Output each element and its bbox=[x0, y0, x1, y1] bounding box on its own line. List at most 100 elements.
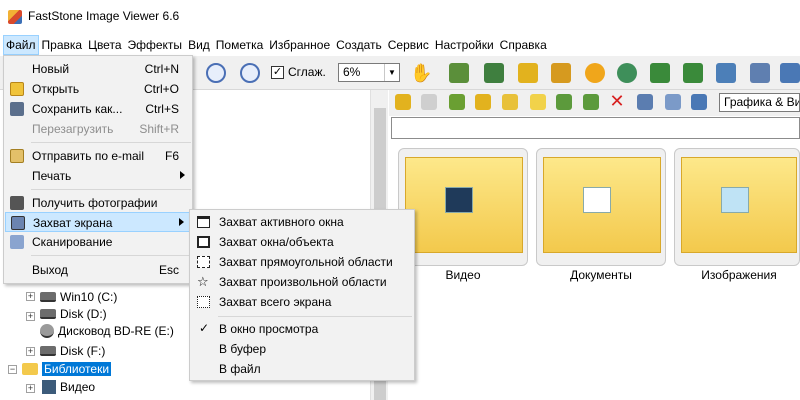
slideshow-icon[interactable] bbox=[449, 63, 469, 83]
smooth-checkbox[interactable]: ✓ bbox=[271, 66, 284, 79]
new-folder-icon[interactable] bbox=[530, 94, 546, 110]
menu-item-capture-full-screen[interactable]: Захват всего экрана bbox=[191, 292, 413, 312]
rotate-left-icon[interactable] bbox=[650, 63, 670, 83]
menu-item-label: Сканирование bbox=[32, 235, 113, 249]
menu-item-to-clipboard[interactable]: В буфер bbox=[191, 339, 413, 359]
menu-tools[interactable]: Сервис bbox=[385, 35, 432, 55]
folder-thumbnail[interactable] bbox=[398, 148, 528, 266]
menu-item-email[interactable]: Отправить по e-mail F6 bbox=[5, 146, 191, 166]
open-folder-icon bbox=[10, 82, 24, 96]
menu-item-to-file[interactable]: В файл bbox=[191, 359, 413, 379]
details-view-icon[interactable] bbox=[691, 94, 707, 110]
resize-icon[interactable] bbox=[484, 63, 504, 83]
menu-item-capture-active-window[interactable]: Захват активного окна bbox=[191, 212, 413, 232]
submenu-arrow-icon bbox=[180, 171, 185, 179]
menu-item-label: Захват активного окна bbox=[219, 215, 344, 229]
tree-item-label: Disk (F:) bbox=[60, 344, 106, 358]
path-input[interactable] bbox=[391, 117, 800, 139]
menu-item-label: Захват всего экрана bbox=[219, 295, 332, 309]
screen-capture-icon bbox=[11, 216, 25, 230]
thumbnail-label: Документы bbox=[570, 268, 632, 282]
tree-item-drive-d[interactable]: Disk (D:) bbox=[40, 305, 107, 323]
tree-item-drive-c[interactable]: Win10 (C:) bbox=[40, 288, 117, 306]
stamp-icon[interactable] bbox=[617, 63, 637, 83]
menu-item-save-as[interactable]: Сохранить как... Ctrl+S bbox=[5, 99, 191, 119]
folder-thumbnail[interactable] bbox=[536, 148, 666, 266]
menu-item-label: Захват окна/объекта bbox=[219, 235, 334, 249]
menu-edit[interactable]: Правка bbox=[39, 35, 86, 55]
crop-icon[interactable] bbox=[518, 63, 538, 83]
menu-item-shortcut: Ctrl+S bbox=[145, 102, 179, 116]
refresh-icon[interactable] bbox=[475, 94, 491, 110]
zoom-out-icon[interactable] bbox=[206, 63, 226, 83]
menu-item-label: Новый bbox=[32, 62, 70, 76]
camera-icon bbox=[10, 196, 24, 210]
menu-item-exit[interactable]: Выход Esc bbox=[5, 260, 191, 280]
forward-icon[interactable] bbox=[421, 94, 437, 110]
expand-icon[interactable]: + bbox=[26, 384, 35, 393]
rotate-right-icon[interactable] bbox=[683, 63, 703, 83]
up-folder-icon[interactable] bbox=[449, 94, 465, 110]
hand-tool-icon[interactable]: ✋ bbox=[410, 63, 432, 83]
color-balance-icon[interactable] bbox=[551, 63, 571, 83]
menu-separator bbox=[218, 316, 412, 317]
back-icon[interactable] bbox=[395, 94, 411, 110]
view-mode-select[interactable]: Графика & Ви bbox=[719, 93, 800, 112]
menu-item-reload[interactable]: Перезагрузить Shift+R bbox=[5, 119, 191, 139]
tree-item-label: Win10 (C:) bbox=[60, 290, 118, 304]
fullscreen-icon[interactable] bbox=[780, 63, 800, 83]
copy-to-icon[interactable] bbox=[556, 94, 572, 110]
menu-item-capture-rectangle[interactable]: Захват прямоугольной области bbox=[191, 252, 413, 272]
menu-tag[interactable]: Пометка bbox=[213, 35, 267, 55]
menu-effects[interactable]: Эффекты bbox=[125, 35, 186, 55]
expand-icon[interactable]: + bbox=[26, 292, 35, 301]
folder-thumbnail[interactable] bbox=[674, 148, 800, 266]
menu-item-label: В файл bbox=[219, 362, 261, 376]
video-folder-icon bbox=[42, 380, 56, 394]
flip-icon[interactable] bbox=[716, 63, 736, 83]
menu-help[interactable]: Справка bbox=[497, 35, 550, 55]
thumbnails-view-icon[interactable] bbox=[637, 94, 653, 110]
menu-item-get-photos[interactable]: Получить фотографии bbox=[5, 193, 191, 213]
expand-icon[interactable]: + bbox=[26, 312, 35, 321]
tree-item-label: Дисковод BD-RE (E:) bbox=[58, 324, 174, 338]
menu-separator bbox=[31, 255, 191, 256]
menu-item-print[interactable]: Печать bbox=[5, 166, 191, 186]
active-window-icon bbox=[197, 216, 210, 228]
tree-item-label: Disk (D:) bbox=[60, 307, 107, 321]
menu-item-to-viewer[interactable]: ✓ В окно просмотра bbox=[191, 319, 413, 339]
menu-item-shortcut: F6 bbox=[164, 149, 179, 163]
menu-item-capture-window-object[interactable]: Захват окна/объекта bbox=[191, 232, 413, 252]
menu-item-new[interactable]: Новый Ctrl+N bbox=[5, 59, 191, 79]
compare-icon[interactable] bbox=[750, 63, 770, 83]
tree-item-drive-f[interactable]: Disk (F:) bbox=[40, 342, 105, 360]
menu-item-scan[interactable]: Сканирование bbox=[5, 232, 191, 252]
menu-view[interactable]: Вид bbox=[185, 35, 213, 55]
zoom-select[interactable]: 6% ▼ bbox=[338, 63, 400, 82]
menu-favorites[interactable]: Избранное bbox=[266, 35, 333, 55]
menu-file[interactable]: Файл bbox=[3, 35, 39, 55]
delete-icon[interactable]: ✕ bbox=[609, 92, 625, 110]
menu-create[interactable]: Создать bbox=[333, 35, 385, 55]
menu-settings[interactable]: Настройки bbox=[432, 35, 497, 55]
tree-item-video[interactable]: Видео bbox=[42, 378, 95, 396]
chevron-down-icon[interactable]: ▼ bbox=[384, 64, 399, 81]
tree-item-drive-e[interactable]: Дисковод BD-RE (E:) bbox=[40, 322, 174, 340]
menu-item-capture-freehand[interactable]: ☆ Захват произвольной области bbox=[191, 272, 413, 292]
tree-item-libraries[interactable]: Библиотеки bbox=[22, 360, 112, 378]
expand-icon[interactable]: + bbox=[26, 347, 35, 356]
thumbnail-label: Изображения bbox=[701, 268, 777, 282]
optical-drive-icon bbox=[40, 324, 54, 338]
menu-item-label: Перезагрузить bbox=[32, 122, 114, 136]
actual-size-icon[interactable] bbox=[240, 63, 260, 83]
menu-item-screen-capture[interactable]: Захват экрана bbox=[5, 212, 191, 232]
menu-colors[interactable]: Цвета bbox=[85, 35, 124, 55]
list-view-icon[interactable] bbox=[665, 94, 681, 110]
brightness-icon[interactable] bbox=[585, 63, 605, 83]
favorites-icon[interactable] bbox=[502, 94, 518, 110]
drive-icon bbox=[40, 292, 56, 302]
drive-icon bbox=[40, 309, 56, 319]
menu-item-open[interactable]: Открыть Ctrl+O bbox=[5, 79, 191, 99]
move-to-icon[interactable] bbox=[583, 94, 599, 110]
collapse-icon[interactable]: − bbox=[8, 365, 17, 374]
